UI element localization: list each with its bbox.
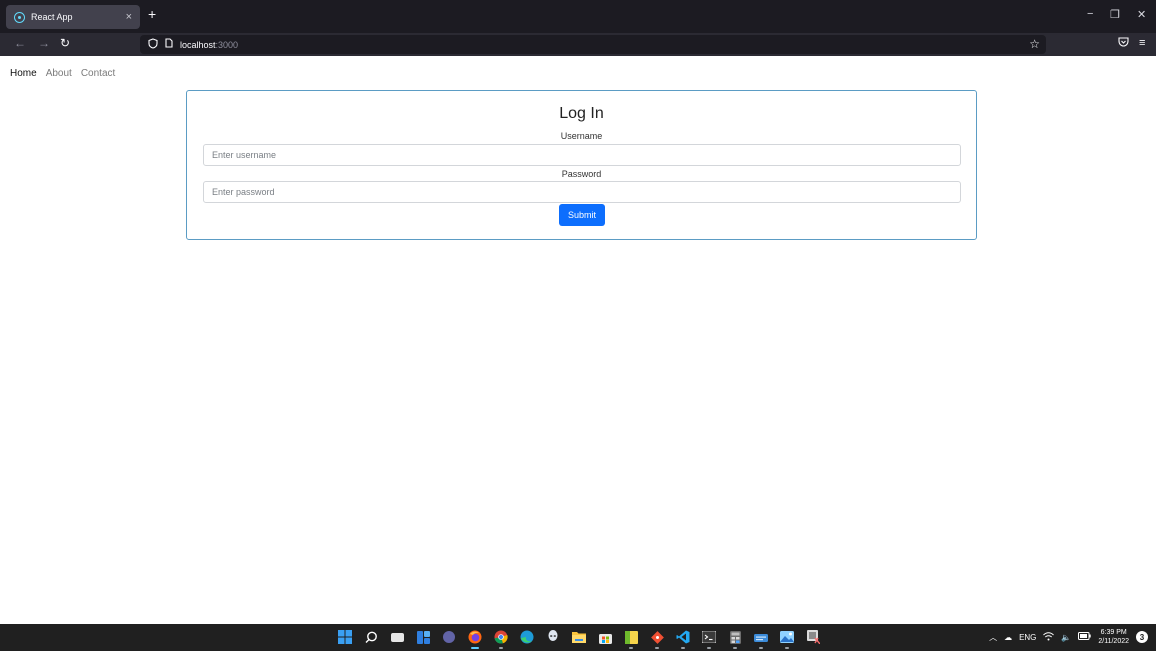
password-input[interactable] xyxy=(203,181,961,203)
login-card: Log In Username Password Submit xyxy=(186,90,977,240)
close-tab-icon[interactable]: × xyxy=(126,11,132,23)
alienware-icon[interactable] xyxy=(544,628,562,646)
clock[interactable]: 6:39 PM 2/11/2022 xyxy=(1098,628,1129,646)
photos-icon[interactable] xyxy=(778,628,796,649)
address-bar[interactable]: localhost:3000 ☆ xyxy=(140,35,1046,54)
cloud-icon[interactable]: ☁ xyxy=(1004,633,1012,642)
tab-title: React App xyxy=(31,12,73,22)
login-title: Log In xyxy=(559,105,604,122)
username-input[interactable] xyxy=(203,144,961,166)
clock-date: 2/11/2022 xyxy=(1098,638,1129,645)
browser-tab[interactable]: React App × xyxy=(6,5,140,29)
chrome-icon[interactable] xyxy=(492,628,510,649)
windows-start-icon[interactable] xyxy=(336,628,354,646)
pocket-icon[interactable] xyxy=(1118,37,1129,50)
restore-button[interactable]: ❐ xyxy=(1110,8,1120,21)
snipping-tool-icon[interactable] xyxy=(804,628,822,646)
new-tab-button[interactable]: + xyxy=(148,6,156,22)
browser-titlebar: React App × + − ❐ ✕ xyxy=(0,0,1156,33)
notification-badge[interactable]: 3 xyxy=(1136,631,1148,643)
url-port: :3000 xyxy=(215,39,239,50)
taskbar-apps xyxy=(336,628,822,649)
close-window-button[interactable]: ✕ xyxy=(1137,8,1146,21)
language-indicator[interactable]: ENG xyxy=(1019,633,1036,642)
wifi-icon[interactable] xyxy=(1043,631,1055,643)
menu-icon[interactable]: ≡ xyxy=(1139,37,1145,49)
store-icon[interactable] xyxy=(596,628,614,646)
edge-icon[interactable] xyxy=(518,628,536,646)
password-label: Password xyxy=(561,169,602,179)
vscode-icon[interactable] xyxy=(674,628,692,649)
back-button[interactable]: ← xyxy=(14,36,26,50)
reload-button[interactable]: ↻ xyxy=(60,36,70,50)
shield-icon[interactable] xyxy=(148,37,158,52)
bookmark-star-icon[interactable]: ☆ xyxy=(1029,37,1040,51)
page-icon xyxy=(165,38,173,51)
volume-icon[interactable]: 🔈 xyxy=(1061,633,1071,642)
url-host: localhost xyxy=(180,39,216,50)
forward-button[interactable]: → xyxy=(38,36,50,50)
clock-time: 6:39 PM xyxy=(1100,629,1127,636)
terminal-icon[interactable] xyxy=(700,628,718,649)
chevron-up-icon[interactable]: ︿ xyxy=(989,632,997,643)
task-view-icon[interactable] xyxy=(388,628,406,646)
file-explorer-icon[interactable] xyxy=(570,628,588,646)
nav-link-contact[interactable]: Contact xyxy=(81,68,115,79)
submit-button[interactable]: Submit xyxy=(559,204,605,226)
page-navigation: Home About Contact xyxy=(10,68,115,79)
calculator-icon[interactable] xyxy=(726,628,744,649)
battery-icon[interactable] xyxy=(1078,632,1092,642)
nav-link-home[interactable]: Home xyxy=(10,68,37,79)
notepad-icon[interactable] xyxy=(752,628,770,649)
screen: React App × + − ❐ ✕ ← → ↻ localhost:3000… xyxy=(0,0,1156,651)
chat-icon[interactable] xyxy=(440,628,458,646)
windows-taskbar: ︿ ☁ ENG 🔈 6:39 PM 2/11/2022 3 xyxy=(0,624,1156,651)
git-icon[interactable] xyxy=(648,628,666,649)
react-favicon-icon xyxy=(14,11,25,23)
firefox-icon[interactable] xyxy=(466,628,484,649)
system-tray: ︿ ☁ ENG 🔈 6:39 PM 2/11/2022 3 xyxy=(989,628,1148,646)
sticky-notes-icon[interactable] xyxy=(622,628,640,649)
widgets-icon[interactable] xyxy=(414,628,432,646)
minimize-button[interactable]: − xyxy=(1087,8,1093,20)
username-label: Username xyxy=(560,131,603,141)
browser-toolbar: ← → ↻ localhost:3000 ☆ ≡ xyxy=(0,33,1156,56)
search-icon[interactable] xyxy=(362,628,380,646)
nav-link-about[interactable]: About xyxy=(46,68,72,79)
